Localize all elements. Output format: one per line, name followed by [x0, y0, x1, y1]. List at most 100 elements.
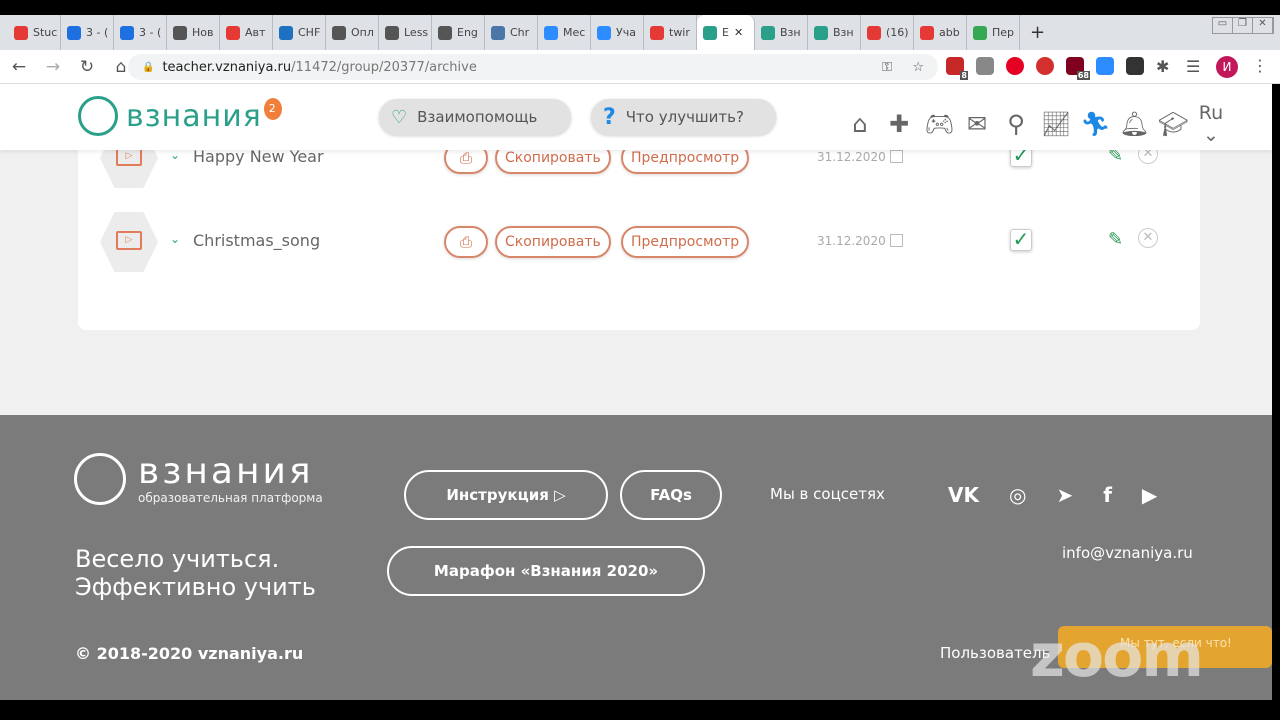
- browser-tab[interactable]: abb: [914, 15, 967, 50]
- new-tab-button[interactable]: +: [1030, 22, 1045, 43]
- language-select[interactable]: Ru ⌄: [1197, 102, 1225, 146]
- instructions-button[interactable]: Инструкция ▷: [404, 470, 608, 520]
- tab-favicon-icon: [544, 25, 558, 40]
- tab-label: E: [722, 26, 729, 39]
- tab-label: 3 - (: [86, 26, 109, 39]
- browser-tab[interactable]: Stuc: [8, 15, 61, 50]
- active-checkbox[interactable]: ✓: [1010, 229, 1032, 251]
- instagram-icon[interactable]: ◎: [1009, 483, 1026, 507]
- tab-label: Мес: [563, 26, 586, 39]
- browser-tab[interactable]: Мес: [538, 15, 591, 50]
- slogan: Весело учиться. Эффективно учить: [75, 545, 316, 601]
- chevron-down-icon[interactable]: ⌄: [170, 148, 180, 162]
- tab-label: Нов: [192, 26, 214, 39]
- mail-icon[interactable]: ✉: [963, 110, 991, 138]
- tab-label: Уча: [616, 26, 636, 39]
- browser-tab[interactable]: Взн: [808, 15, 861, 50]
- vk-icon[interactable]: VK: [948, 483, 979, 507]
- stop-ext-icon[interactable]: [1036, 57, 1054, 75]
- stats-icon[interactable]: 📈︎: [1041, 110, 1071, 138]
- telegram-icon[interactable]: ➤: [1056, 483, 1073, 507]
- pencil-icon[interactable]: ✎: [1108, 229, 1123, 250]
- browser-tab[interactable]: Less: [379, 15, 432, 50]
- restore-button[interactable]: ❐: [1233, 18, 1253, 33]
- browser-tab[interactable]: Пер: [967, 15, 1020, 50]
- browser-tab[interactable]: Eng: [432, 15, 485, 50]
- tab-favicon-icon: [226, 25, 240, 40]
- home-nav-icon[interactable]: ⌂: [846, 110, 874, 138]
- browser-tab[interactable]: 3 - (: [61, 15, 114, 50]
- forward-icon[interactable]: →: [38, 57, 68, 77]
- ublock-icon[interactable]: 68: [1066, 57, 1090, 80]
- bell-icon[interactable]: 🔔︎: [1119, 110, 1149, 138]
- adblock-icon[interactable]: 8: [946, 57, 968, 80]
- profile-avatar[interactable]: И: [1216, 56, 1238, 78]
- tab-label: (16): [886, 26, 909, 39]
- tab-favicon-icon: [438, 25, 452, 40]
- improve-button[interactable]: ? Что улучшить?: [591, 99, 776, 135]
- lesson-date: 31.12.2020: [817, 234, 886, 248]
- chevron-down-icon[interactable]: ⌄: [170, 232, 180, 246]
- quote-ext-icon[interactable]: [976, 57, 994, 75]
- gamepad-icon[interactable]: 🎮︎: [924, 110, 954, 138]
- calendar-icon[interactable]: [890, 150, 903, 163]
- copy-button[interactable]: Скопировать: [495, 226, 611, 258]
- calendar-icon[interactable]: [890, 234, 903, 247]
- tab-label: Eng: [457, 26, 478, 39]
- browser-tab[interactable]: Авт: [220, 15, 273, 50]
- footer: взнания образовательная платформа Весело …: [0, 415, 1272, 700]
- tab-favicon-icon: [279, 25, 293, 40]
- tab-bar: Stuc 3 - ( 3 - ( Нов Авт CHF Опл Less Eng Chr Мес У…: [0, 15, 1280, 50]
- address-bar-row: ← → ↻ ⌂ 🔒 teacher.vznaniya.ru/11472/group…: [0, 50, 1280, 84]
- browser-tab[interactable]: CHF: [273, 15, 326, 50]
- back-icon[interactable]: ←: [4, 57, 34, 77]
- email-link[interactable]: info@vznaniya.ru: [1062, 544, 1193, 562]
- close-window-button[interactable]: ✕: [1253, 18, 1273, 33]
- social-links: VK ◎ ➤ f ▶: [948, 483, 1157, 507]
- youtube-icon[interactable]: ▶: [1142, 483, 1157, 507]
- delete-icon[interactable]: ✕: [1138, 228, 1158, 248]
- tab-favicon-icon: [14, 25, 28, 40]
- tab-favicon-icon: [761, 25, 775, 40]
- browser-tab[interactable]: Взн: [755, 15, 808, 50]
- browser-tab[interactable]: Chr: [485, 15, 538, 50]
- browser-tab[interactable]: E ✕: [697, 15, 755, 50]
- browser-tab[interactable]: (16): [861, 15, 914, 50]
- tab-label: twir: [669, 26, 690, 39]
- browser-tab[interactable]: Нов: [167, 15, 220, 50]
- key-icon[interactable]: ⚿: [882, 60, 892, 75]
- facebook-icon[interactable]: f: [1103, 483, 1112, 507]
- puzzle-icon[interactable]: ✱: [1156, 57, 1174, 76]
- runner-icon[interactable]: 🏃︎: [1080, 110, 1110, 138]
- site-logo[interactable]: взнания 2: [78, 96, 282, 136]
- browser-tab[interactable]: 3 - (: [114, 15, 167, 50]
- star-icon[interactable]: ☆: [912, 60, 924, 75]
- browser-tab[interactable]: Опл: [326, 15, 379, 50]
- close-tab-icon[interactable]: ✕: [734, 26, 743, 39]
- lesson-title[interactable]: Christmas_song: [193, 231, 320, 250]
- faqs-button[interactable]: FAQs: [620, 470, 722, 520]
- footer-logo[interactable]: взнания образовательная платформа: [74, 453, 323, 505]
- pinterest-icon[interactable]: [1006, 57, 1024, 75]
- preview-button[interactable]: Предпросмотр: [621, 226, 750, 258]
- plus-nav-icon[interactable]: ✚: [885, 110, 913, 138]
- search-icon[interactable]: ⚲: [1002, 110, 1030, 138]
- mutual-help-button[interactable]: ♡ Взаимопомощь: [379, 99, 571, 135]
- teacher-icon[interactable]: 🎓︎: [1158, 110, 1188, 138]
- dice-ext-icon[interactable]: [1126, 57, 1144, 75]
- zoom-ext-icon[interactable]: [1096, 57, 1114, 75]
- reload-icon[interactable]: ↻: [72, 57, 102, 77]
- tab-favicon-icon: [385, 25, 399, 40]
- screen-border: [0, 0, 1280, 15]
- url-input[interactable]: 🔒 teacher.vznaniya.ru/11472/group/20377/a…: [128, 54, 938, 80]
- menu-icon[interactable]: ⋮: [1252, 56, 1268, 75]
- minimize-button[interactable]: ▭: [1213, 18, 1233, 33]
- site-header: взнания 2 ♡ Взаимопомощь ? Что улучшить? ⌂ ✚…: [0, 84, 1272, 150]
- marathon-button[interactable]: Марафон «Взнания 2020»: [387, 546, 705, 596]
- brain-logo-icon: [78, 96, 118, 136]
- print-button[interactable]: ⎙: [444, 226, 488, 258]
- browser-tab[interactable]: twir: [644, 15, 697, 50]
- tab-label: Stuc: [33, 26, 58, 39]
- browser-tab[interactable]: Уча: [591, 15, 644, 50]
- media-icon[interactable]: ☰: [1186, 57, 1204, 76]
